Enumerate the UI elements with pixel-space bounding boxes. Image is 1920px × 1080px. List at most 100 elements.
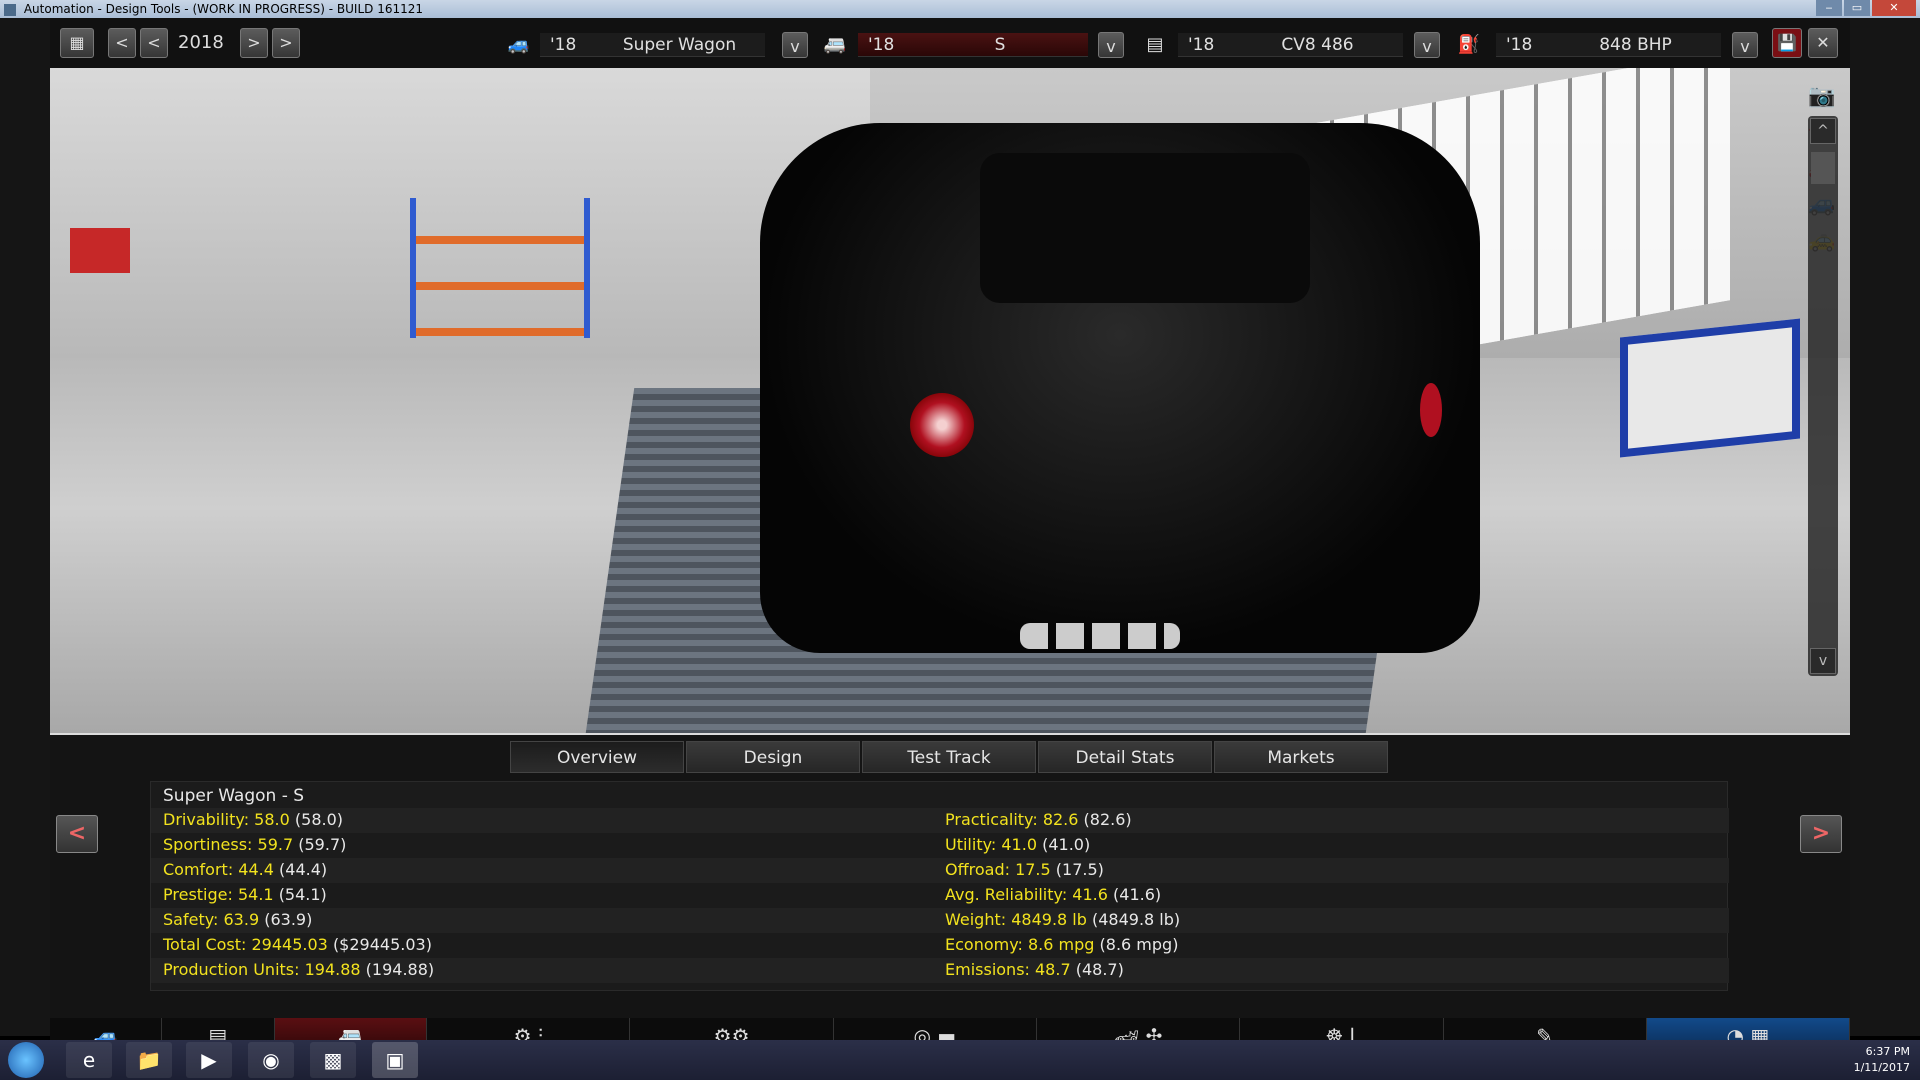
stat-label: Emissions: 48.7 <box>945 960 1071 979</box>
scroll-down-button[interactable]: v <box>1810 648 1836 674</box>
engine-variant-dropdown-button[interactable]: v <box>1732 32 1758 58</box>
fire-extinguisher-sign <box>70 228 130 273</box>
stat-target: (41.0) <box>1042 835 1091 854</box>
start-button[interactable] <box>8 1042 44 1078</box>
year-next-fast-button[interactable]: > <box>272 28 300 58</box>
zoom-scrollbar[interactable]: ^ v <box>1808 116 1838 676</box>
exhaust-pipes <box>1020 623 1180 649</box>
minecraft-icon[interactable]: ▩ <box>310 1042 356 1078</box>
engine-family-dropdown-button[interactable]: v <box>1414 32 1440 58</box>
scroll-thumb[interactable] <box>1811 152 1835 184</box>
stat-label: Safety: 63.9 <box>163 910 260 929</box>
stat-target: ($29445.03) <box>332 935 432 954</box>
engine-family-field[interactable]: '18 CV8 486 <box>1178 33 1403 57</box>
panel-tabs: Overview Design Test Track Detail Stats … <box>510 741 1390 773</box>
chevron-left-icon: < <box>67 821 87 846</box>
calendar-button[interactable]: ▦ <box>60 28 94 58</box>
engine-variant-year: '18 <box>1506 35 1533 55</box>
clock-time: 6:37 PM <box>1865 1045 1910 1058</box>
blue-cabinet <box>1620 318 1800 458</box>
stat-target: (48.7) <box>1075 960 1124 979</box>
stat-target: (54.1) <box>278 885 327 904</box>
year-display: 2018 <box>178 32 224 53</box>
stats-heading: Super Wagon - S <box>163 786 305 806</box>
app-window: ▦ < < 2018 > > 🚙 '18 Super Wagon v 🚐 '18… <box>0 18 1920 1054</box>
window-title: Automation - Design Tools - (WORK IN PRO… <box>23 2 424 16</box>
engine-variant-name: 848 BHP <box>1599 35 1672 55</box>
next-page-button[interactable]: > <box>1800 815 1842 853</box>
left-tail-light <box>910 393 974 457</box>
trim-year: '18 <box>868 35 895 55</box>
model-icon: 🚙 <box>507 34 531 55</box>
stat-label: Offroad: 17.5 <box>945 860 1051 879</box>
engine-variant-icon: ⛽ <box>1457 34 1481 55</box>
stat-label: Production Units: 194.88 <box>163 960 361 979</box>
model-year: '18 <box>550 35 577 55</box>
stat-target: (82.6) <box>1083 810 1132 829</box>
tab-test-track[interactable]: Test Track <box>862 741 1036 773</box>
stat-target: (58.0) <box>294 810 343 829</box>
media-player-icon[interactable]: ▶ <box>186 1042 232 1078</box>
model-dropdown-button[interactable]: v <box>782 32 808 58</box>
stat-label: Prestige: 54.1 <box>163 885 274 904</box>
close-window-button[interactable]: ✕ <box>1872 0 1916 16</box>
stat-row: Comfort: 44.4 (44.4) Offroad: 17.5 (17.5… <box>151 858 1729 883</box>
save-button[interactable]: 💾 <box>1772 28 1802 58</box>
engine-family-icon: ▤ <box>1146 34 1164 55</box>
ie-icon[interactable]: e <box>66 1042 112 1078</box>
stat-row: Total Cost: 29445.03 ($29445.03) Economy… <box>151 933 1729 958</box>
model-field[interactable]: '18 Super Wagon <box>540 33 765 57</box>
visibility-eye-icon[interactable]: 👁 <box>1848 84 1850 114</box>
chevron-right-icon: > <box>1811 821 1831 846</box>
clock-date: 1/11/2017 <box>1853 1061 1910 1074</box>
stat-label: Avg. Reliability: 41.6 <box>945 885 1108 904</box>
stat-label: Comfort: 44.4 <box>163 860 274 879</box>
tab-detail-stats[interactable]: Detail Stats <box>1038 741 1212 773</box>
year-next-button[interactable]: > <box>240 28 268 58</box>
app-icon <box>4 3 16 16</box>
model-name: Super Wagon <box>622 35 737 55</box>
folder-icon[interactable]: 📁 <box>126 1042 172 1078</box>
3d-car-viewport[interactable]: 📷 🚘 🚗 🚙 🚕 👁 ^ v <box>50 68 1850 733</box>
stat-label: Sportiness: 59.7 <box>163 835 294 854</box>
tab-markets[interactable]: Markets <box>1214 741 1388 773</box>
close-icon: ✕ <box>1816 33 1830 52</box>
stat-target: (194.88) <box>365 960 435 979</box>
chevron-down-icon: v <box>1740 37 1750 56</box>
stat-label: Economy: 8.6 mpg <box>945 935 1095 954</box>
shelving-unit <box>410 198 590 338</box>
stat-target: (17.5) <box>1055 860 1104 879</box>
close-design-button[interactable]: ✕ <box>1808 28 1838 58</box>
stat-target: (41.6) <box>1113 885 1162 904</box>
stat-label: Drivability: 58.0 <box>163 810 290 829</box>
stat-target: (63.9) <box>264 910 313 929</box>
camera-icon[interactable]: 📷 <box>1800 84 1844 114</box>
chevron-down-icon: v <box>1106 37 1116 56</box>
automation-app-icon[interactable]: ▣ <box>372 1042 418 1078</box>
stat-label: Weight: 4849.8 lb <box>945 910 1087 929</box>
engine-variant-field[interactable]: '18 848 BHP <box>1496 33 1721 57</box>
overview-stats: Super Wagon - S Drivability: 58.0 (58.0)… <box>150 781 1729 991</box>
trim-field[interactable]: '18 S <box>858 33 1088 57</box>
stats-rows: Drivability: 58.0 (58.0) Practicality: 8… <box>151 808 1729 983</box>
chevron-down-icon: v <box>790 37 800 56</box>
minimize-button[interactable]: ‒ <box>1816 0 1842 16</box>
stat-target: (4849.8 lb) <box>1091 910 1181 929</box>
right-tail-light <box>1420 383 1442 437</box>
chrome-icon[interactable]: ◉ <box>248 1042 294 1078</box>
year-prev-button[interactable]: < <box>140 28 168 58</box>
prev-page-button[interactable]: < <box>56 815 98 853</box>
year-prev-fast-button[interactable]: < <box>108 28 136 58</box>
view-tools: 📷 🚘 🚗 🚙 🚕 👁 <box>1470 78 1835 678</box>
rear-window <box>980 153 1310 303</box>
scroll-up-button[interactable]: ^ <box>1810 118 1836 144</box>
tab-overview[interactable]: Overview <box>510 741 684 773</box>
top-toolbar: ▦ < < 2018 > > 🚙 '18 Super Wagon v 🚐 '18… <box>50 18 1850 68</box>
tab-design[interactable]: Design <box>686 741 860 773</box>
system-tray: 6:37 PM 1/11/2017 <box>1854 1044 1910 1076</box>
engine-family-name: CV8 486 <box>1281 35 1354 55</box>
trim-dropdown-button[interactable]: v <box>1098 32 1124 58</box>
stat-row: Safety: 63.9 (63.9) Weight: 4849.8 lb (4… <box>151 908 1729 933</box>
stat-label: Practicality: 82.6 <box>945 810 1079 829</box>
maximize-button[interactable]: ▭ <box>1844 0 1870 16</box>
